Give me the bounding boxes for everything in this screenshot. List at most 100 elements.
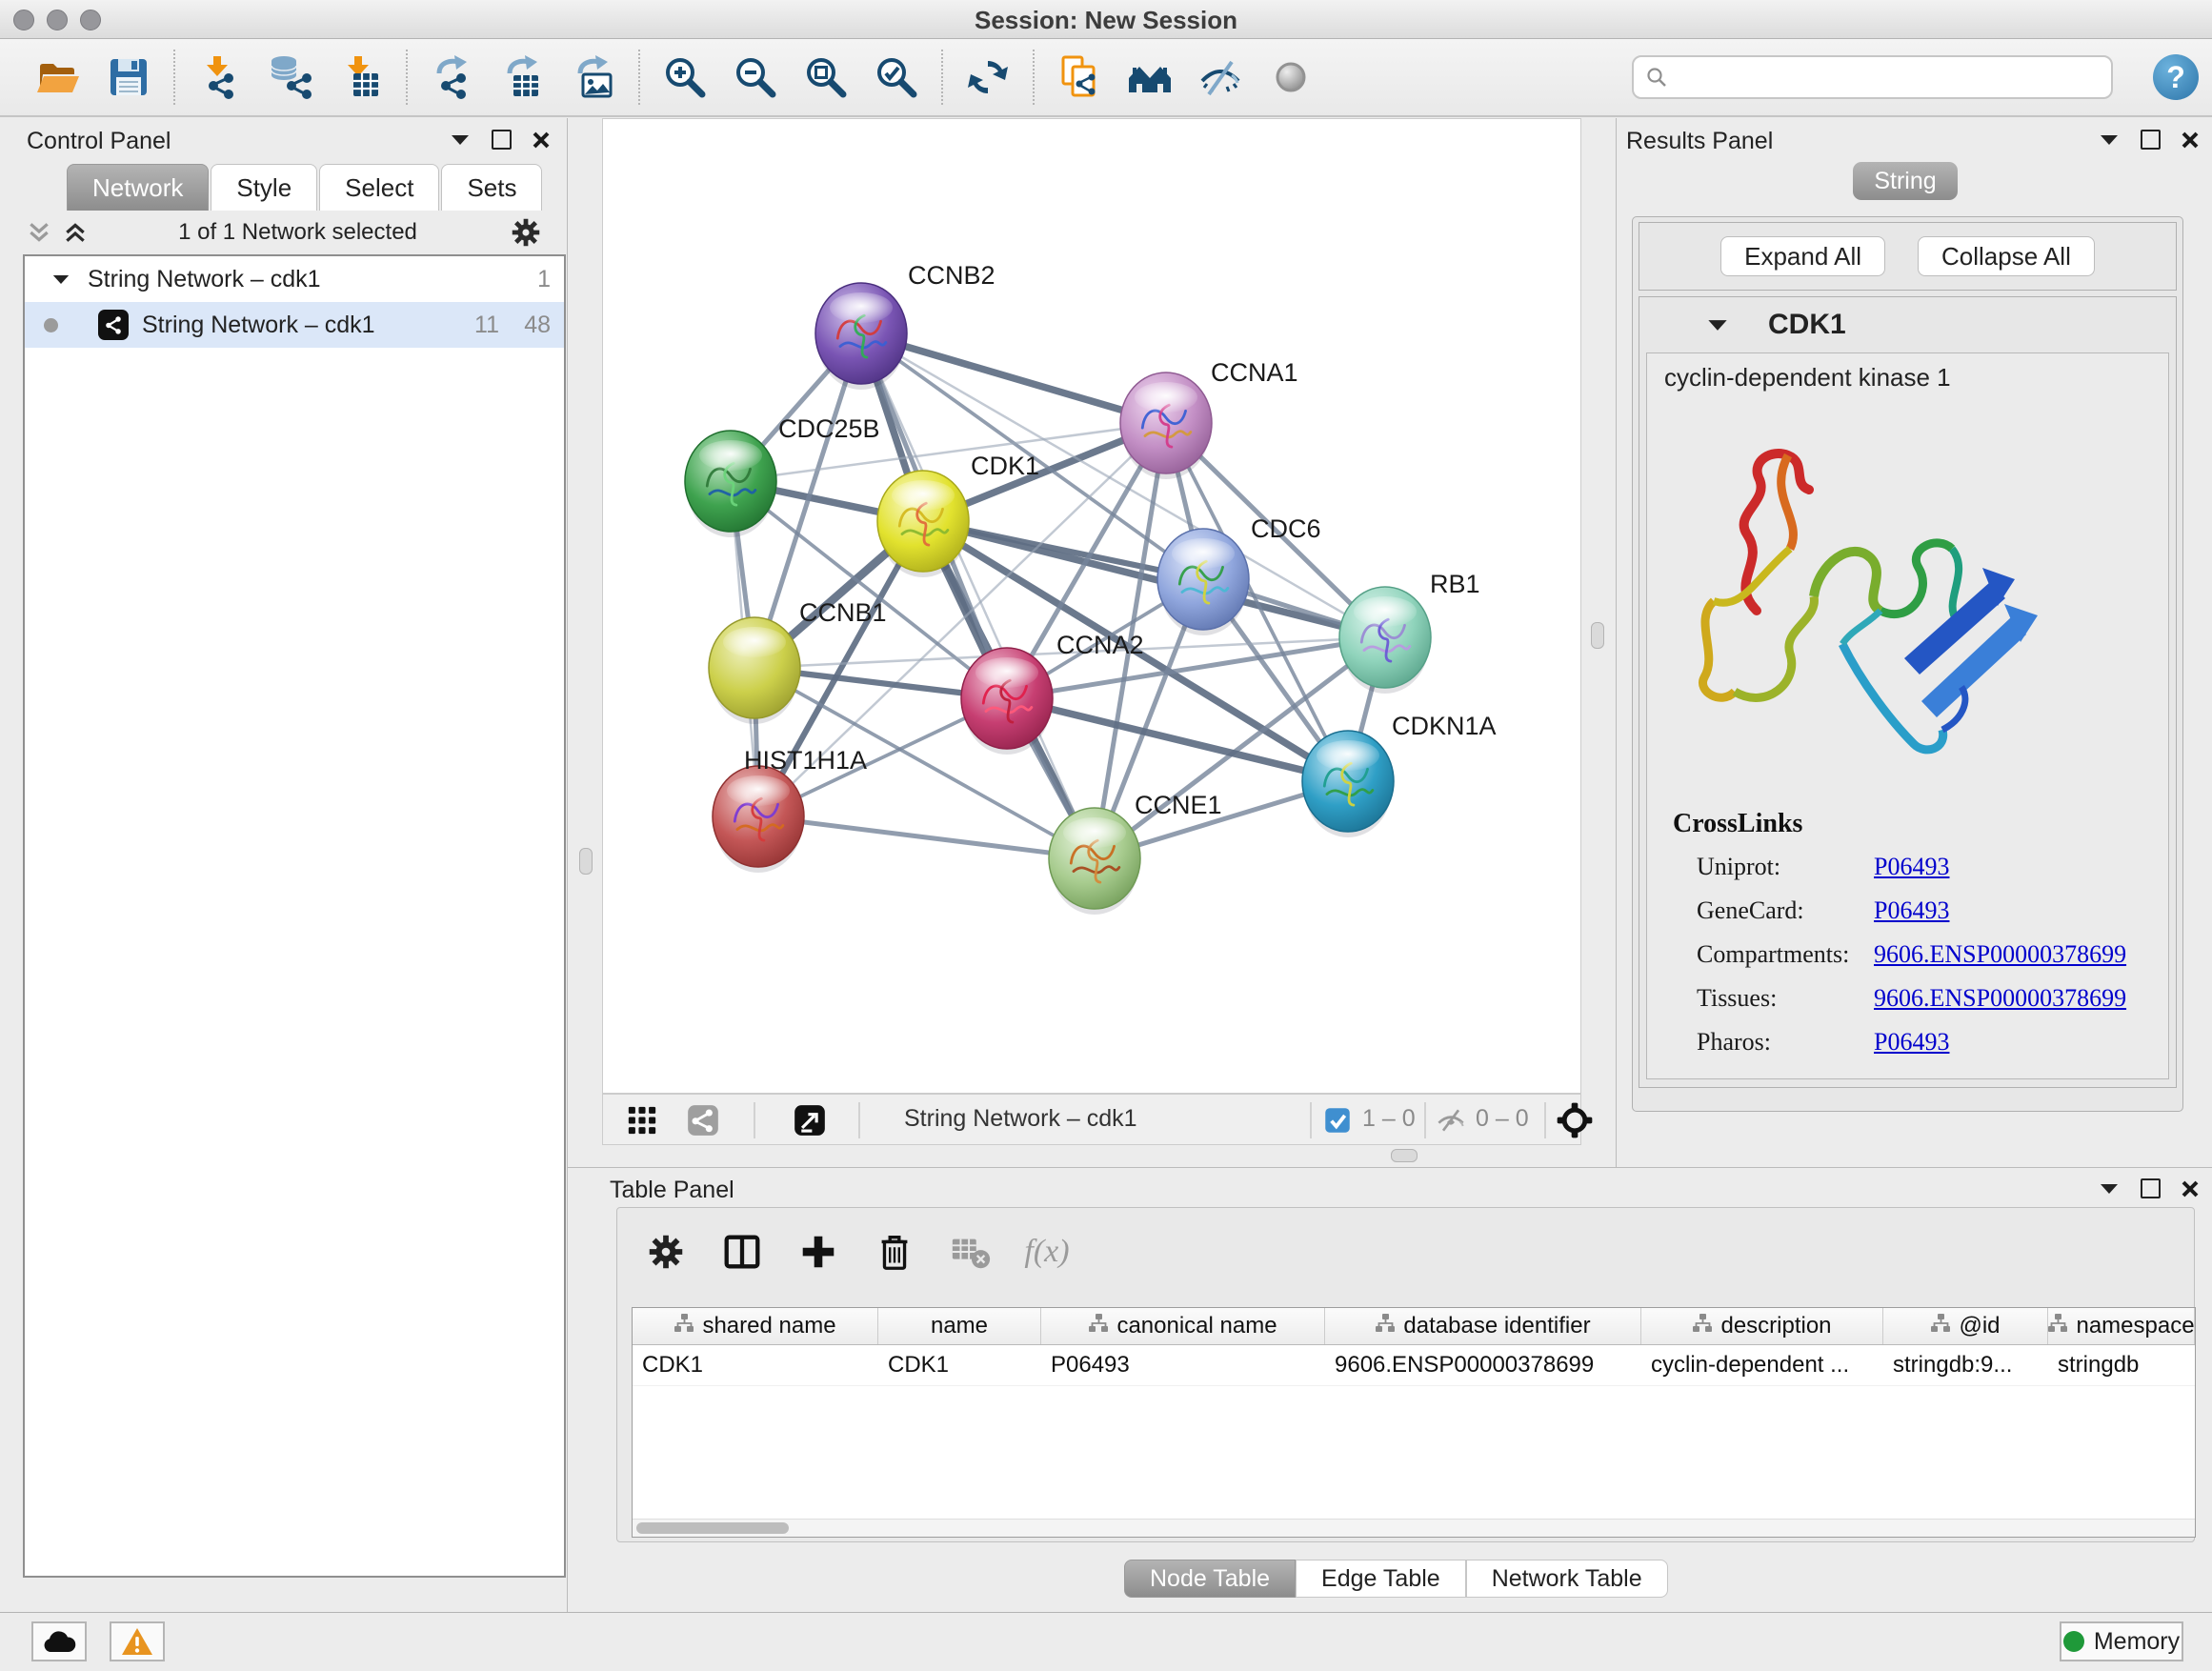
zoom-fit-button[interactable]: [801, 52, 851, 102]
table-cell[interactable]: CDK1: [878, 1345, 1041, 1385]
memory-button[interactable]: Memory: [2060, 1621, 2183, 1661]
delete-column-button[interactable]: [867, 1224, 922, 1279]
crosslink-link[interactable]: P06493: [1874, 896, 1949, 925]
export-table-button[interactable]: [498, 52, 548, 102]
crosslink-link[interactable]: 9606.ENSP00000378699: [1874, 940, 2126, 969]
table-cell[interactable]: cyclin-dependent ...: [1641, 1345, 1883, 1385]
edge-CCNB2-CCNE1[interactable]: [861, 333, 1095, 858]
entry-caret-icon[interactable]: [1706, 318, 1729, 332]
first-neighbors-button[interactable]: [1125, 52, 1175, 102]
column-header-shared-name[interactable]: shared name: [633, 1308, 878, 1344]
hide-selected-button[interactable]: [1196, 52, 1245, 102]
column-header-description[interactable]: description: [1641, 1308, 1883, 1344]
help-button[interactable]: ?: [2153, 54, 2199, 100]
network-collection-row[interactable]: String Network – cdk1 1: [25, 256, 564, 302]
export-network-button[interactable]: [428, 52, 477, 102]
zoom-selected-button[interactable]: [872, 52, 921, 102]
horizontal-scrollbar[interactable]: [633, 1519, 2195, 1537]
bottom-splitter-handle[interactable]: [1391, 1149, 1418, 1162]
table-cell[interactable]: CDK1: [633, 1345, 878, 1385]
expand-all-button[interactable]: Expand All: [1720, 236, 1885, 276]
node-CDKN1A[interactable]: CDKN1A: [1302, 712, 1497, 837]
clone-network-button[interactable]: [1055, 52, 1104, 102]
edge-HIST1H1A-CCNE1[interactable]: [758, 816, 1095, 858]
table-cell[interactable]: P06493: [1041, 1345, 1325, 1385]
hidden-elements-eye-slash-icon[interactable]: [1436, 1105, 1466, 1136]
import-network-file-button[interactable]: [195, 52, 245, 102]
export-image-button[interactable]: [569, 52, 618, 102]
zoom-out-button[interactable]: [731, 52, 780, 102]
tab-edge-table[interactable]: Edge Table: [1296, 1560, 1466, 1598]
column-header-canonical-name[interactable]: canonical name: [1041, 1308, 1325, 1344]
node-CCNA1[interactable]: CCNA1: [1120, 358, 1298, 479]
import-network-database-button[interactable]: [266, 52, 315, 102]
column-header-namespace[interactable]: namespace: [2048, 1308, 2195, 1344]
open-session-button[interactable]: [33, 52, 83, 102]
network-canvas[interactable]: CCNB2CCNA1CDC25BCDK1CDC6RB1CCNB1CCNA2CDK…: [602, 118, 1581, 1094]
add-column-button[interactable]: [791, 1224, 846, 1279]
node-CDC25B[interactable]: CDC25B: [685, 414, 880, 537]
table-options-button[interactable]: [638, 1224, 694, 1279]
column-header--id[interactable]: @id: [1883, 1308, 2048, 1344]
save-session-button[interactable]: [104, 52, 153, 102]
detach-view-icon[interactable]: [792, 1102, 828, 1138]
warnings-button[interactable]: [110, 1621, 165, 1661]
search-text-field[interactable]: [1676, 63, 2111, 91]
close-panel-button[interactable]: [2182, 131, 2199, 149]
column-header-name[interactable]: name: [878, 1308, 1041, 1344]
show-all-button[interactable]: [1266, 52, 1316, 102]
import-table-button[interactable]: [336, 52, 386, 102]
table-cell[interactable]: stringdb: [2048, 1345, 2195, 1385]
maximize-panel-button[interactable]: [2141, 130, 2161, 150]
close-panel-button[interactable]: [533, 131, 550, 149]
collapse-all-networks-icon[interactable]: [27, 220, 51, 245]
float-panel-button[interactable]: [450, 133, 471, 147]
edge-CCNB2-CCNA1[interactable]: [861, 333, 1166, 423]
tab-select[interactable]: Select: [319, 164, 439, 211]
selected-nodes-checkbox[interactable]: [1324, 1107, 1351, 1134]
maximize-panel-button[interactable]: [2141, 1178, 2161, 1198]
network-options-gear-icon[interactable]: [508, 214, 544, 251]
tab-style[interactable]: Style: [211, 164, 317, 211]
collapse-all-button[interactable]: Collapse All: [1918, 236, 2095, 276]
crosslink-link[interactable]: P06493: [1874, 853, 1949, 881]
node-CCNB1[interactable]: CCNB1: [709, 598, 887, 724]
table-cell[interactable]: 9606.ENSP00000378699: [1325, 1345, 1641, 1385]
tab-string[interactable]: String: [1853, 162, 1958, 200]
close-panel-button[interactable]: [2182, 1180, 2199, 1198]
float-panel-button[interactable]: [2099, 133, 2120, 147]
crosslink-link[interactable]: P06493: [1874, 1028, 1949, 1057]
column-header-database-identifier[interactable]: database identifier: [1325, 1308, 1641, 1344]
node-CCNB2[interactable]: CCNB2: [815, 261, 995, 390]
crosslink-link[interactable]: 9606.ENSP00000378699: [1874, 984, 2126, 1013]
delete-table-button[interactable]: [943, 1224, 998, 1279]
left-splitter-handle[interactable]: [579, 848, 593, 875]
search-input[interactable]: [1632, 55, 2113, 99]
show-columns-button[interactable]: [714, 1224, 770, 1279]
tab-network-table[interactable]: Network Table: [1466, 1560, 1668, 1598]
table-row[interactable]: CDK1CDK1P064939606.ENSP00000378699cyclin…: [633, 1345, 2195, 1386]
refresh-button[interactable]: [963, 52, 1013, 102]
network-view-mode-icon[interactable]: [685, 1102, 721, 1138]
tab-sets[interactable]: Sets: [441, 164, 542, 211]
gene-entry-header[interactable]: CDK1: [1639, 297, 2176, 352]
maximize-panel-button[interactable]: [492, 130, 512, 150]
expand-all-networks-icon[interactable]: [63, 220, 88, 245]
grid-view-icon[interactable]: [626, 1104, 658, 1137]
collection-caret-icon[interactable]: [51, 273, 70, 286]
network-row[interactable]: String Network – cdk1 11 48: [25, 302, 564, 348]
float-panel-button[interactable]: [2099, 1182, 2120, 1196]
tab-network[interactable]: Network: [67, 164, 209, 211]
scrollbar-thumb[interactable]: [636, 1522, 789, 1534]
cloud-status-button[interactable]: [31, 1621, 87, 1661]
node-HIST1H1A[interactable]: HIST1H1A: [713, 746, 867, 873]
node-RB1[interactable]: RB1: [1339, 570, 1480, 694]
node-CDK1[interactable]: CDK1: [877, 452, 1039, 577]
tab-node-table[interactable]: Node Table: [1124, 1560, 1296, 1598]
function-builder-button[interactable]: f(x): [1019, 1224, 1075, 1279]
right-splitter-handle[interactable]: [1591, 622, 1604, 649]
zoom-in-button[interactable]: [660, 52, 710, 102]
node-CCNE1[interactable]: CCNE1: [1049, 791, 1222, 915]
birds-eye-crosshair-icon[interactable]: [1556, 1101, 1594, 1139]
table-cell[interactable]: stringdb:9...: [1883, 1345, 2048, 1385]
